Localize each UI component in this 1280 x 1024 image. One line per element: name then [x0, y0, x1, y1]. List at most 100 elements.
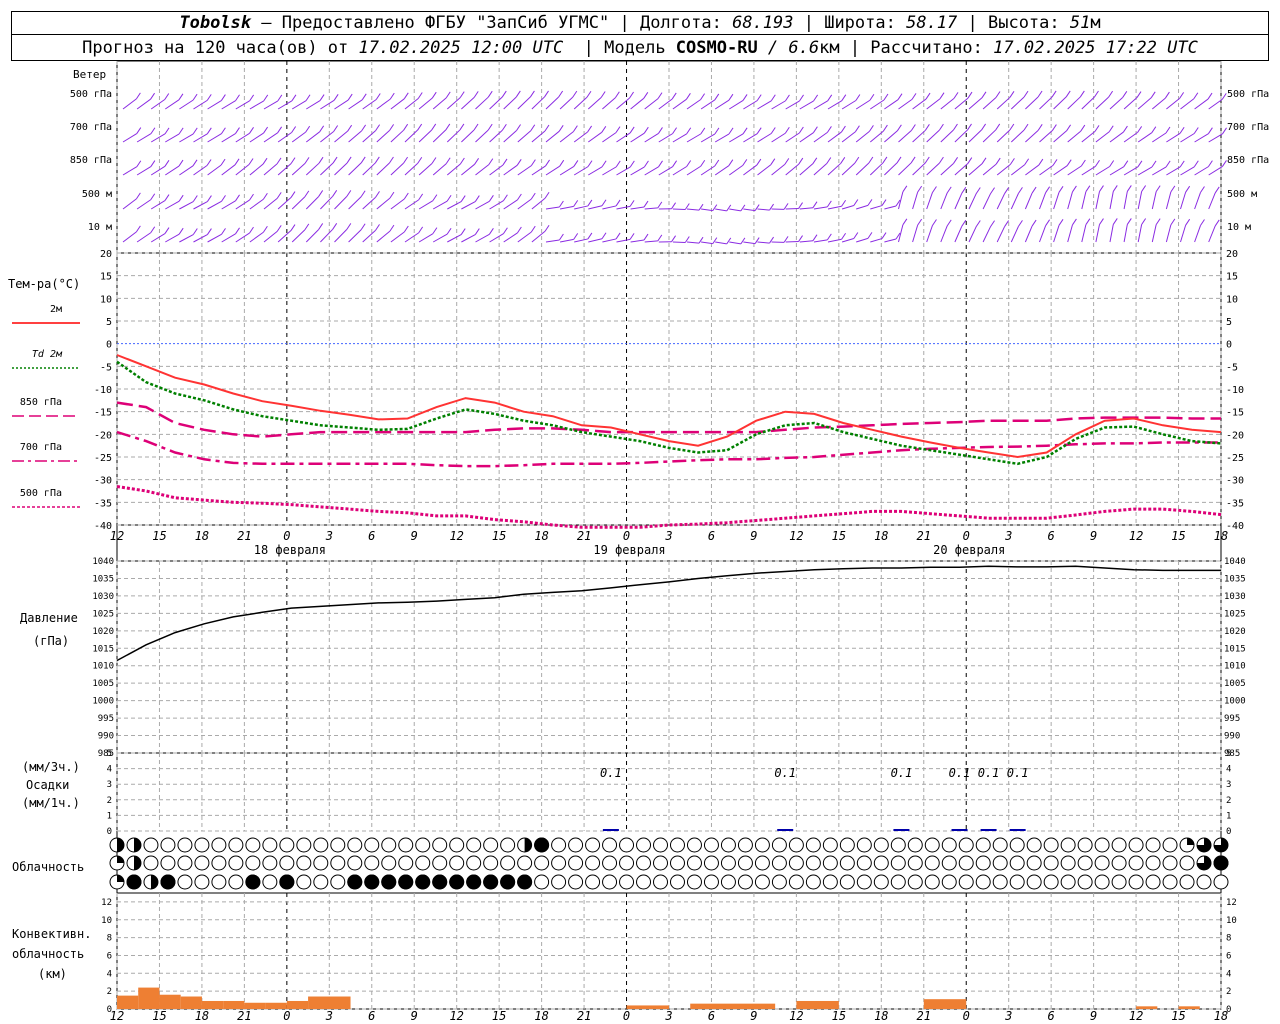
cloud-fill: [483, 874, 499, 890]
conv-tick-right: 10: [1226, 916, 1237, 926]
wind-barb-feather: [262, 225, 268, 233]
wind-barb: [235, 100, 250, 110]
wind-barb: [870, 205, 883, 210]
wind-barb: [616, 97, 630, 110]
wind-barb: [573, 131, 588, 143]
wind-barb: [968, 193, 977, 210]
wind-barb: [277, 163, 292, 176]
precip-tick-right: 0: [1226, 827, 1231, 837]
conv-bar: [1136, 1006, 1158, 1009]
cloud-marker: [924, 855, 940, 871]
wind-barb: [856, 204, 869, 210]
precip-tick-left: 0: [107, 827, 112, 837]
wind-barb-feather: [135, 225, 141, 233]
wind-barb-feather: [558, 90, 564, 98]
wind-barb-feather: [178, 194, 184, 202]
wind-barb: [729, 100, 744, 110]
wind-barb: [968, 97, 983, 110]
cloud-marker: [1026, 837, 1042, 853]
wind-barb-feather: [841, 94, 847, 101]
wind-barb: [291, 196, 306, 210]
hour-label-bottom: 21: [237, 1009, 251, 1023]
wind-barb: [418, 200, 434, 210]
wind-barb: [757, 100, 772, 110]
cloud-marker: [466, 837, 482, 853]
cloud-marker: [1060, 874, 1076, 890]
wind-barb: [545, 96, 559, 110]
wind-barb: [446, 97, 461, 110]
wind-barb: [982, 97, 997, 110]
wind-barb-feather: [756, 158, 762, 166]
wind-barb-feather: [1080, 159, 1086, 167]
wind-barb: [221, 100, 236, 110]
wind-barb: [348, 196, 362, 210]
wind-barb: [813, 239, 828, 243]
cloud-marker: [194, 837, 210, 853]
wind-barb: [884, 99, 899, 110]
wind-barb: [982, 129, 997, 143]
wind-barb-feather: [1179, 126, 1185, 134]
wind-barb-feather: [263, 94, 269, 102]
wind-barb-feather: [672, 160, 678, 167]
wind-barb: [714, 165, 730, 176]
wind-barb-feather: [700, 127, 706, 135]
cloud-marker: [1162, 855, 1178, 871]
cloud-fill: [245, 874, 261, 890]
pressure-tick-left: 990: [98, 732, 114, 742]
wind-barb: [1010, 164, 1025, 176]
wind-barb: [263, 132, 278, 143]
wind-barb: [602, 238, 617, 243]
cloud-fill: [432, 874, 448, 890]
cloud-marker: [636, 837, 652, 853]
wind-barb-feather: [389, 124, 395, 131]
wind-barb-feather: [150, 160, 156, 167]
wind-barb: [799, 240, 814, 243]
wind-barb-feather: [770, 94, 776, 102]
wind-level-right: 500 гПа: [1227, 89, 1269, 100]
cloud-fill: [160, 874, 176, 890]
wind-barb-feather: [615, 126, 621, 133]
wind-barb-feather: [961, 219, 967, 227]
cloud-marker: [347, 855, 363, 871]
wind-barb-feather: [643, 200, 649, 208]
wind-barb-feather: [882, 156, 888, 164]
wind-barb: [207, 100, 222, 110]
wind-barb-feather: [896, 156, 902, 164]
conv-tick-right: 2: [1226, 987, 1231, 997]
wind-barb-feather: [431, 91, 437, 99]
wind-barb: [898, 130, 912, 143]
cloud-fill: [117, 838, 124, 852]
wind-barb-feather: [882, 124, 888, 132]
wind-level-right: 700 гПа: [1227, 122, 1269, 133]
hour-label-bottom: 0: [283, 1009, 290, 1023]
wind-barb: [432, 233, 448, 243]
wind-barb-feather: [854, 156, 860, 164]
wind-barb: [179, 234, 194, 243]
pressure-unit: (гПа): [33, 634, 69, 648]
cloud-marker: [839, 855, 855, 871]
hour-label-bottom: 9: [750, 1009, 757, 1023]
wind-barb: [348, 99, 363, 110]
wind-barb: [1208, 192, 1216, 210]
cloud-marker: [669, 855, 685, 871]
wind-barb-feather: [587, 232, 593, 240]
wind-barb-feather: [784, 158, 790, 165]
conv-tick-right: 8: [1226, 934, 1231, 944]
wind-barb: [517, 130, 532, 143]
wind-barb-feather: [1066, 159, 1072, 166]
wind-barb: [334, 99, 349, 110]
wind-barb-feather: [911, 93, 917, 100]
wind-barb-feather: [446, 194, 452, 202]
cloud-marker: [703, 837, 719, 853]
wind-barb: [743, 241, 756, 245]
wind-barb: [277, 197, 292, 210]
wind-barb: [686, 99, 701, 110]
wind-barb: [771, 132, 786, 143]
wind-barb: [122, 231, 137, 243]
pressure-tick-right: 995: [1224, 714, 1240, 724]
precip-amount: 0.1: [949, 766, 971, 780]
wind-barb: [489, 96, 503, 110]
wind-barb-feather: [798, 126, 804, 134]
wind-barb: [700, 99, 716, 110]
wind-barb: [1039, 130, 1053, 143]
